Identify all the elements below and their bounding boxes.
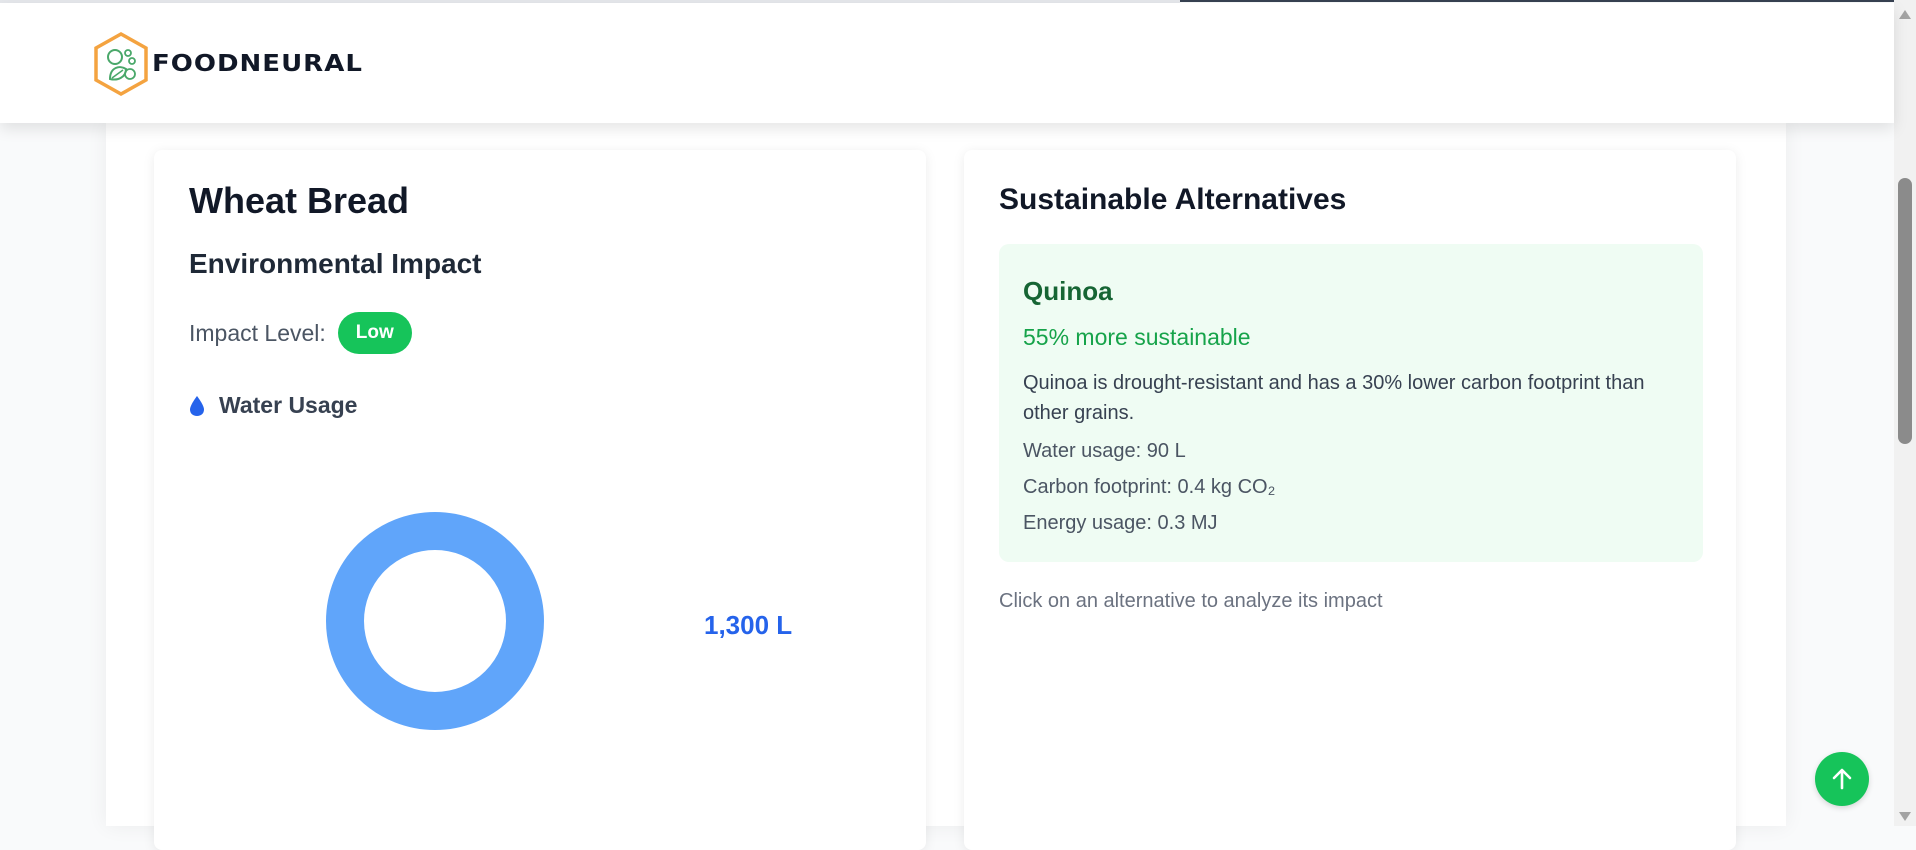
- scroll-down-arrow-icon[interactable]: [1899, 812, 1911, 821]
- alternative-energy-usage: Energy usage: 0.3 MJ: [1023, 512, 1218, 534]
- scroll-up-arrow-icon[interactable]: [1899, 10, 1911, 19]
- alternative-water-usage: Water usage: 90 L: [1023, 440, 1186, 462]
- food-impact-card: Wheat Bread Environmental Impact Impact …: [154, 150, 926, 850]
- site-header: FOODNEURAL: [0, 3, 1894, 123]
- alternative-carbon-footprint: Carbon footprint: 0.4 kg CO₂: [1023, 476, 1276, 498]
- food-title: Wheat Bread: [189, 180, 410, 221]
- water-usage-label: Water Usage: [219, 392, 358, 418]
- scrollbar-thumb[interactable]: [1898, 178, 1912, 444]
- alternative-description: Quinoa is drought-resistant and has a 30…: [1023, 372, 1645, 424]
- logo-hexagon-icon: [94, 31, 148, 97]
- water-usage-header: Water Usage: [189, 392, 357, 419]
- back-to-top-button[interactable]: [1815, 752, 1869, 806]
- impact-level-row: Impact Level: Low: [189, 312, 412, 354]
- donut-ring: [326, 512, 544, 730]
- alternative-name: Quinoa: [1023, 276, 1113, 306]
- logo[interactable]: FOODNEURAL: [92, 31, 363, 97]
- sustainable-alternatives-card: Sustainable Alternatives Quinoa 55% more…: [964, 150, 1736, 850]
- top-border-line: [1180, 0, 1898, 2]
- logo-text: FOODNEURAL: [152, 50, 363, 78]
- alternative-item-quinoa[interactable]: Quinoa 55% more sustainable Quinoa is dr…: [999, 244, 1703, 562]
- alternatives-heading: Sustainable Alternatives: [999, 183, 1347, 216]
- alternatives-hint: Click on an alternative to analyze its i…: [999, 590, 1383, 612]
- water-usage-value: 1,300 L: [704, 610, 793, 640]
- impact-level-label: Impact Level:: [189, 319, 326, 346]
- environmental-impact-heading: Environmental Impact: [189, 248, 482, 279]
- arrow-up-icon: [1832, 768, 1852, 790]
- impact-level-badge: Low: [337, 312, 412, 354]
- water-usage-donut-chart: [326, 512, 544, 730]
- water-drop-icon: [190, 395, 204, 416]
- alternative-sustainability: 55% more sustainable: [1023, 324, 1251, 350]
